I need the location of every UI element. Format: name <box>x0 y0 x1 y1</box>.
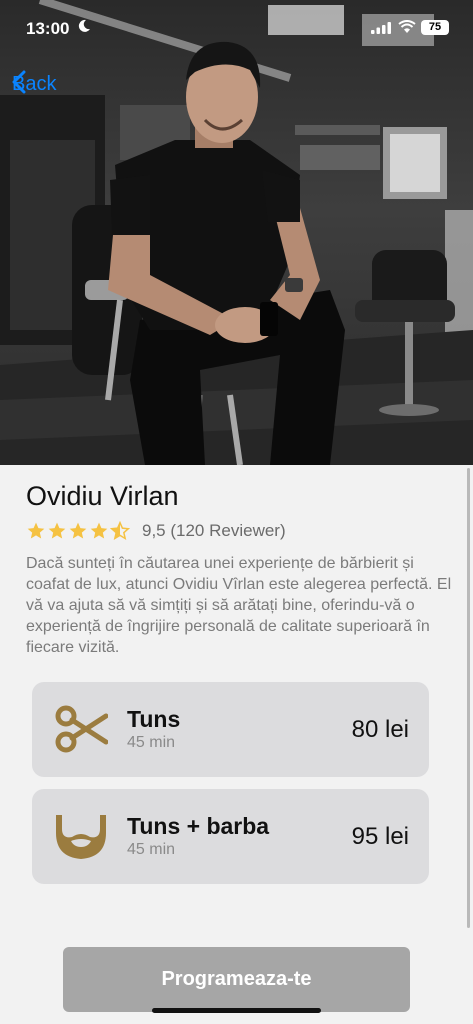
service-title: Tuns + barba <box>127 813 270 839</box>
chevron-left-icon <box>12 70 26 94</box>
service-duration: 45 min <box>127 734 176 751</box>
cellular-signal-icon <box>371 22 391 34</box>
scrollbar[interactable] <box>467 468 470 928</box>
service-title: Tuns <box>127 706 181 732</box>
barber-description: Dacă sunteți în căutarea unei experiențe… <box>26 555 452 656</box>
service-card-tuns-barba[interactable]: Tuns + barba 45 min 95 lei <box>32 789 429 884</box>
rating-row: 9,5 (120 Reviewer) <box>26 521 286 541</box>
service-card-tuns[interactable]: Tuns 45 min 80 lei <box>32 682 429 777</box>
service-price: 80 lei <box>351 716 409 743</box>
back-button[interactable]: Back <box>12 70 56 98</box>
book-appointment-button[interactable]: Programeaza-te <box>63 947 410 1012</box>
barber-photo: 13:00 75 Back <box>0 0 473 465</box>
scissors-icon <box>55 705 108 753</box>
star-full-icon <box>90 522 108 539</box>
barber-name: Ovidiu Virlan <box>26 481 179 511</box>
status-time: 13:00 <box>26 19 70 38</box>
wifi-icon <box>398 20 416 33</box>
rating-text: 9,5 (120 Reviewer) <box>142 521 286 540</box>
rating-stars <box>26 521 130 541</box>
battery-icon: 75 <box>421 20 449 35</box>
service-price: 95 lei <box>351 823 409 850</box>
service-duration: 45 min <box>127 841 176 858</box>
star-full-icon <box>48 522 66 539</box>
moon-icon <box>78 19 90 32</box>
star-half-icon <box>110 521 130 541</box>
star-full-icon <box>69 522 87 539</box>
beard-icon <box>56 815 106 859</box>
star-full-icon <box>27 522 45 539</box>
home-indicator[interactable] <box>152 1008 321 1013</box>
status-bar: 13:00 75 <box>0 0 473 56</box>
